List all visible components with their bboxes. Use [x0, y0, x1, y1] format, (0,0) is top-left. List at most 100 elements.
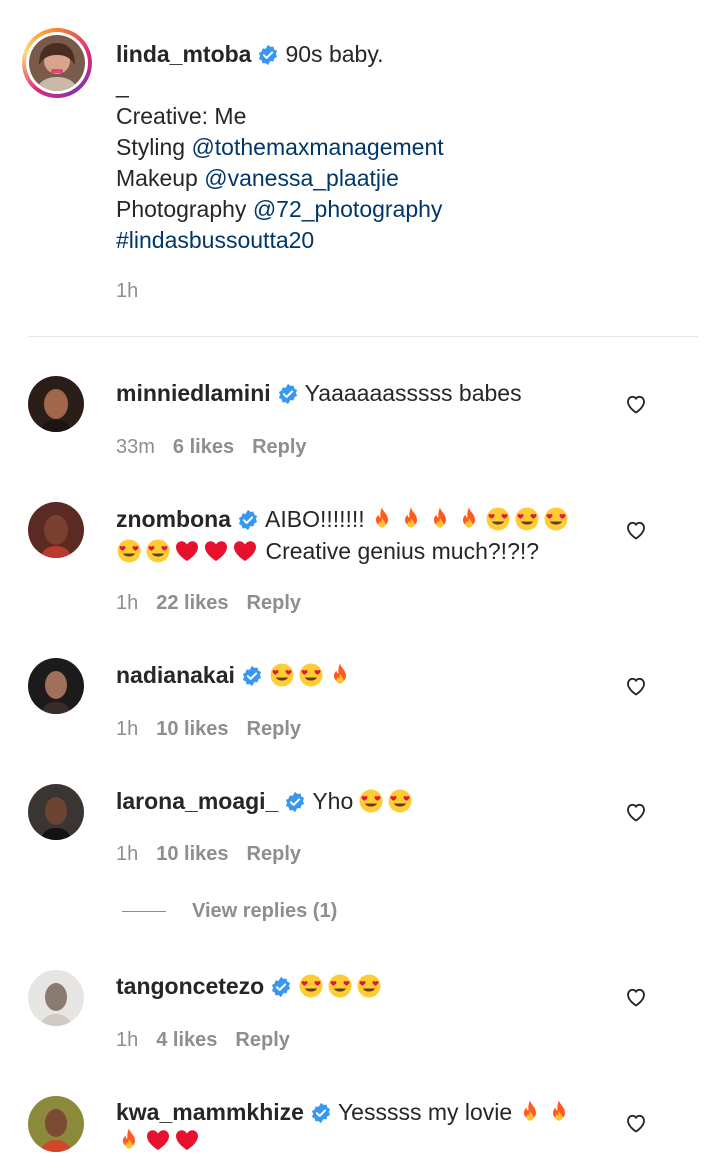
reply-button[interactable]: Reply — [247, 592, 301, 614]
reply-button[interactable]: Reply — [247, 718, 301, 740]
comment-username[interactable]: znombona — [116, 506, 231, 532]
comment-meta: 1h 10 likes Reply — [116, 718, 319, 741]
divider — [28, 336, 698, 337]
comment-username[interactable]: minniedlamini — [116, 380, 271, 406]
reply-button[interactable]: Reply — [235, 1029, 289, 1051]
reply-button[interactable]: Reply — [252, 436, 306, 458]
comment-time: 1h — [116, 592, 139, 614]
comment-meta: 1h 10 likes Reply — [116, 843, 319, 866]
comment-text: Yho — [312, 788, 354, 814]
comment-meta: 1h 4 likes Reply — [116, 1029, 308, 1052]
heart-outline-icon[interactable] — [624, 674, 648, 698]
fire-emoji — [327, 662, 353, 688]
view-replies-divider — [122, 911, 166, 913]
photography-label: Photography — [116, 196, 247, 222]
comment-time: 1h — [116, 718, 139, 740]
comment-time: 1h — [116, 1029, 139, 1051]
verified-badge-icon — [257, 44, 279, 66]
comment-username[interactable]: larona_moagi_ — [116, 788, 278, 814]
fire-emoji — [427, 506, 453, 532]
fire-emoji — [456, 506, 482, 532]
view-replies-label: View replies (1) — [192, 900, 338, 922]
red-heart-emoji — [174, 1127, 200, 1153]
comment-text: Yaaaaaasssss babes — [304, 380, 522, 406]
heart-outline-icon[interactable] — [624, 800, 648, 824]
post-username[interactable]: linda_mtoba — [116, 41, 251, 67]
heart-eyes-emoji — [543, 506, 569, 532]
comment-tangoncetezo: tangoncetezo — [116, 970, 385, 1006]
comment-znombona: znombona AIBO!!!!!!! — [116, 503, 572, 539]
avatar-tangoncetezo[interactable] — [28, 970, 84, 1026]
styling-mention-link[interactable]: @tothemaxmanagement — [191, 134, 443, 160]
comment-username[interactable]: kwa_mammkhize — [116, 1099, 304, 1125]
heart-eyes-emoji — [269, 662, 295, 688]
comment-likes[interactable]: 6 likes — [173, 436, 234, 458]
heart-outline-icon[interactable] — [624, 985, 648, 1009]
caption-makeup: Makeup @vanessa_plaatjie — [116, 163, 444, 194]
post-time: 1h — [116, 280, 139, 302]
avatar-larona-moagi[interactable] — [28, 784, 84, 840]
verified-badge-icon — [310, 1102, 332, 1124]
red-heart-emoji — [174, 538, 200, 564]
heart-eyes-emoji — [298, 973, 324, 999]
photography-mention-link[interactable]: @72_photography — [253, 196, 443, 222]
heart-outline-icon[interactable] — [624, 518, 648, 542]
verified-badge-icon — [241, 665, 263, 687]
view-replies-button[interactable]: View replies (1) — [122, 900, 337, 923]
heart-eyes-emoji — [327, 973, 353, 999]
heart-outline-icon[interactable] — [624, 392, 648, 416]
heart-outline-icon[interactable] — [624, 1111, 648, 1135]
comment-likes[interactable]: 4 likes — [156, 1029, 217, 1051]
verified-badge-icon — [237, 509, 259, 531]
comment-kwa-mammkhize-line2 — [116, 1127, 203, 1160]
story-ring-avatar[interactable] — [22, 28, 92, 98]
caption-creative: Creative: Me — [116, 103, 247, 129]
caption-body: _ Creative: Me Styling @tothemaxmanageme… — [116, 70, 444, 256]
red-heart-emoji — [232, 538, 258, 564]
heart-eyes-emoji — [358, 788, 384, 814]
caption-first-line: 90s baby. — [285, 41, 384, 67]
heart-eyes-emoji — [298, 662, 324, 688]
comment-minniedlamini: minniedlamini Yaaaaaasssss babes — [116, 377, 522, 413]
comment-likes[interactable]: 10 likes — [156, 843, 228, 865]
heart-eyes-emoji — [387, 788, 413, 814]
avatar-nadianakai[interactable] — [28, 658, 84, 714]
verified-badge-icon — [277, 383, 299, 405]
comment-znombona-line2: Creative genius much?!?!? — [116, 535, 539, 571]
heart-eyes-emoji — [145, 538, 171, 564]
heart-eyes-emoji — [485, 506, 511, 532]
comment-text: Creative genius much?!?!? — [265, 538, 540, 564]
comment-meta: 33m 6 likes Reply — [116, 436, 325, 459]
fire-emoji — [398, 506, 424, 532]
red-heart-emoji — [203, 538, 229, 564]
avatar-minniedlamini[interactable] — [28, 376, 84, 432]
verified-badge-icon — [270, 976, 292, 998]
heart-eyes-emoji — [356, 973, 382, 999]
styling-label: Styling — [116, 134, 186, 160]
reply-button[interactable]: Reply — [247, 843, 301, 865]
makeup-mention-link[interactable]: @vanessa_plaatjie — [204, 165, 399, 191]
verified-badge-icon — [284, 791, 306, 813]
caption-photography: Photography @72_photography — [116, 194, 444, 225]
avatar-znombona[interactable] — [28, 502, 84, 558]
comment-likes[interactable]: 22 likes — [156, 592, 228, 614]
comment-time: 33m — [116, 436, 155, 458]
caption-separator: _ — [116, 72, 129, 98]
comment-likes[interactable]: 10 likes — [156, 718, 228, 740]
comment-text: AIBO!!!!!!! — [265, 506, 365, 532]
caption-styling: Styling @tothemaxmanagement — [116, 132, 444, 163]
fire-emoji — [116, 1127, 142, 1153]
caption-header: linda_mtoba 90s baby. — [116, 38, 384, 74]
fire-emoji — [517, 1099, 543, 1125]
heart-eyes-emoji — [116, 538, 142, 564]
comment-time: 1h — [116, 843, 139, 865]
comment-username[interactable]: nadianakai — [116, 662, 235, 688]
comment-username[interactable]: tangoncetezo — [116, 973, 264, 999]
fire-emoji — [369, 506, 395, 532]
avatar-kwa-mammkhize[interactable] — [28, 1096, 84, 1152]
heart-eyes-emoji — [514, 506, 540, 532]
profile-photo-linda — [29, 35, 85, 91]
comment-nadianakai: nadianakai — [116, 659, 356, 695]
comment-larona-moagi: larona_moagi_ Yho — [116, 785, 416, 821]
hashtag-link[interactable]: #lindasbussoutta20 — [116, 225, 444, 256]
